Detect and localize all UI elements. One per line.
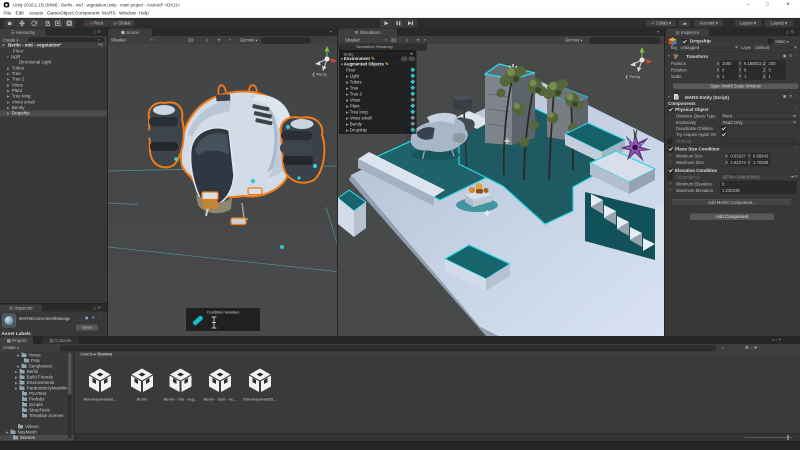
svg-text:Condition Handles: Condition Handles — [207, 310, 240, 315]
svg-text:❮ Persp: ❮ Persp — [625, 74, 641, 79]
svg-text:❮ Persp: ❮ Persp — [312, 72, 328, 77]
